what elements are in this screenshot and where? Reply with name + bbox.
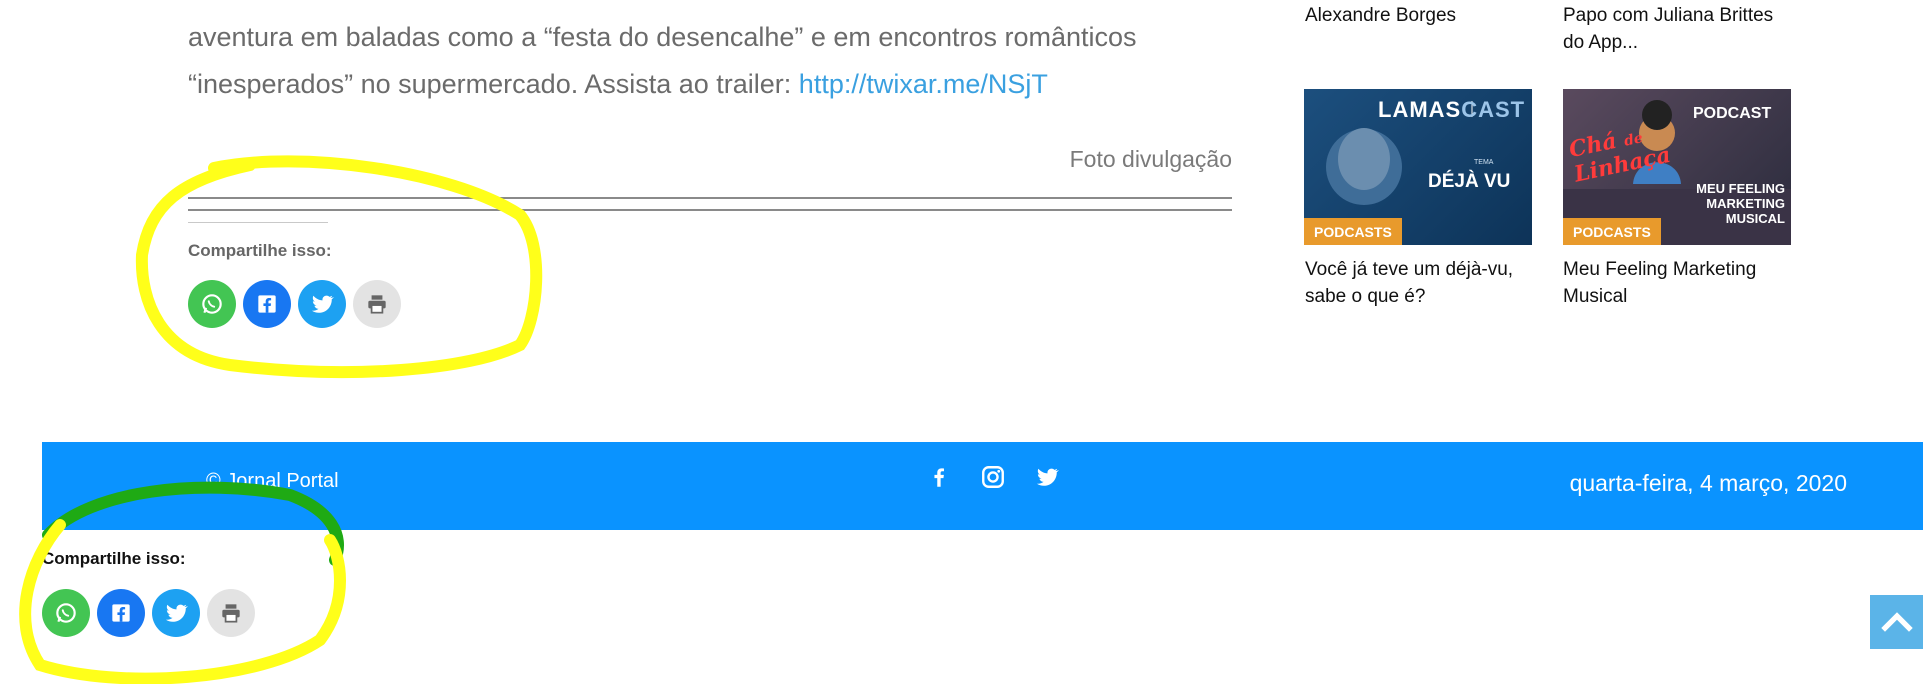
footer-date: quarta-feira, 4 março, 2020 (1569, 470, 1847, 496)
thumb-tema-label: TEMA (1474, 159, 1494, 166)
thumb-headline-3: MUSICAL (1725, 211, 1785, 226)
divider (188, 197, 1232, 199)
share-whatsapp-button[interactable] (42, 589, 90, 637)
thumb-headline: MEU FEELING MARKETING MUSICAL (1696, 181, 1785, 226)
article-line-2: “inesperados” no supermercado. Assista a… (188, 61, 1238, 108)
footer-bar: © Jornal Portal quarta-feira, 4 março, 2… (42, 442, 1923, 530)
lamascast-logo-a: LAMAS (1378, 97, 1462, 122)
article-line-2-text: “inesperados” no supermercado. Assista a… (188, 69, 799, 99)
divider-short (188, 222, 328, 223)
share-print-button[interactable] (353, 280, 401, 328)
lamascast-thumbnail[interactable]: LAMASCAST TEMA DÉJÀ VU PODCASTS (1304, 89, 1532, 245)
facebook-icon (258, 295, 276, 313)
facebook-icon (934, 468, 944, 487)
back-to-top-button[interactable] (1870, 595, 1923, 649)
article-line-1: aventura em baladas como a “festa do des… (188, 22, 1137, 52)
print-icon (222, 604, 240, 623)
whatsapp-icon (56, 603, 76, 623)
lamascast-logo-b: CAST (1461, 97, 1526, 122)
print-icon (368, 295, 386, 314)
share-buttons (42, 589, 255, 637)
share-facebook-button[interactable] (97, 589, 145, 637)
whatsapp-icon (202, 294, 222, 314)
thumb-headline-1: MEU FEELING (1696, 181, 1785, 196)
thumb-podcast-label: PODCAST (1693, 105, 1772, 122)
share-facebook-button[interactable] (243, 280, 291, 328)
cha-de-linhaca-thumbnail[interactable]: PODCAST Chá de Linhaça MEU FEELING MARKE… (1563, 89, 1791, 245)
sidebar-item-title[interactable]: Você já teve um déjà-vu, sabe o que é? (1305, 256, 1537, 310)
thumb-headline-2: MARKETING (1706, 196, 1785, 211)
share-twitter-button[interactable] (152, 589, 200, 637)
facebook-icon (112, 604, 130, 622)
footer-facebook-link[interactable] (924, 462, 954, 492)
share-twitter-button[interactable] (298, 280, 346, 328)
footer-social-links (924, 462, 1062, 492)
lamascast-logo: LAMASCAST (1378, 97, 1525, 123)
chevron-up-icon (1880, 612, 1913, 632)
photo-caption: Foto divulgação (1069, 146, 1232, 172)
share-title: Compartilhe isso: (42, 549, 186, 568)
podcasts-badge[interactable]: PODCASTS (1563, 218, 1661, 245)
trailer-link[interactable]: http://twixar.me/NSjT (799, 69, 1048, 99)
twitter-icon (1036, 468, 1059, 486)
share-buttons (188, 280, 401, 328)
share-title: Compartilhe isso: (188, 241, 332, 260)
divider (188, 209, 1232, 211)
podcasts-badge[interactable]: PODCASTS (1304, 218, 1402, 245)
twitter-icon (311, 295, 334, 313)
sidebar-item-title[interactable]: Meu Feeling Marketing Musical (1563, 256, 1795, 310)
footer-copyright: © Jornal Portal (206, 470, 339, 492)
footer-twitter-link[interactable] (1032, 462, 1062, 492)
yellow-highlight-circle-top (135, 155, 543, 379)
thumb-topic: DÉJÀ VU (1428, 171, 1511, 192)
sidebar-item-title[interactable]: Alexandre Borges (1305, 2, 1537, 29)
article-body: aventura em baladas como a “festa do des… (188, 14, 1238, 108)
twitter-icon (165, 604, 188, 622)
footer-instagram-link[interactable] (978, 462, 1008, 492)
instagram-icon (982, 466, 1004, 488)
share-print-button[interactable] (207, 589, 255, 637)
share-whatsapp-button[interactable] (188, 280, 236, 328)
sidebar-item-title[interactable]: Papo com Juliana Brittes do App... (1563, 2, 1795, 56)
